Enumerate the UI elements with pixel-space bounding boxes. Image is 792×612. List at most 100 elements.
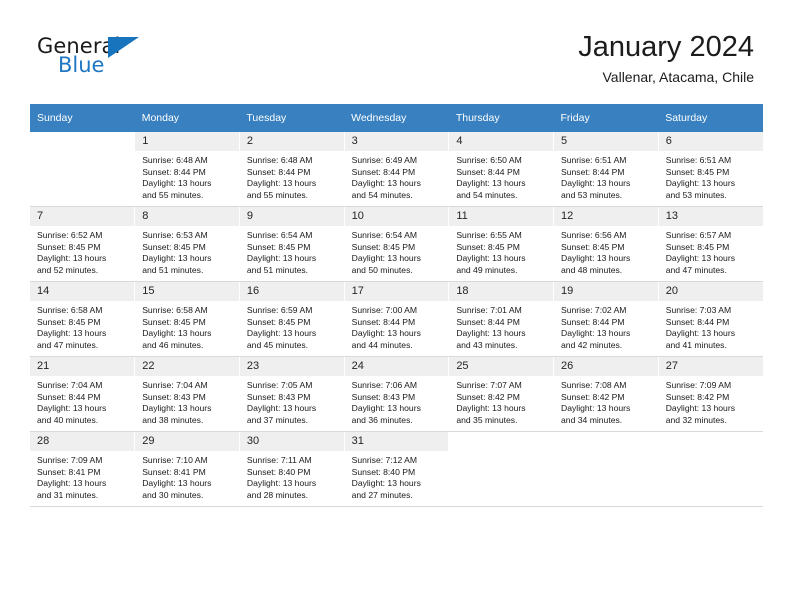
weekday-header-tuesday: Tuesday	[239, 104, 345, 132]
day-detail-line: Sunrise: 6:56 AM	[561, 230, 627, 240]
title-block: January 2024 Vallenar, Atacama, Chile	[578, 30, 754, 86]
day-detail-line: Daylight: 13 hours	[561, 178, 631, 189]
calendar-day-cell[interactable]: 15 Sunrise: 6:58 AM Sunset: 8:45 PM Dayligh…	[134, 281, 240, 357]
day-details: Sunrise: 6:53 AM Sunset: 8:45 PM Daylight:…	[135, 226, 239, 276]
calendar-day-cell[interactable]: 20 Sunrise: 7:03 AM Sunset: 8:44 PM Dayligh…	[658, 281, 763, 357]
day-details: Sunrise: 7:04 AM Sunset: 8:43 PM Daylight:…	[135, 376, 239, 426]
calendar-day-cell[interactable]: 6 Sunrise: 6:51 AM Sunset: 8:45 PM Daylight…	[658, 132, 763, 207]
calendar-day-cell[interactable]: 11 Sunrise: 6:55 AM Sunset: 8:45 PM Dayligh…	[448, 206, 555, 282]
day-details: Sunrise: 7:09 AM Sunset: 8:41 PM Daylight:…	[30, 451, 134, 501]
calendar-day-cell[interactable]: 8 Sunrise: 6:53 AM Sunset: 8:45 PM Daylight…	[134, 206, 240, 282]
day-detail-line: and 38 minutes.	[142, 414, 204, 425]
day-detail-line: and 34 minutes.	[561, 414, 623, 425]
day-number: 31	[344, 432, 449, 451]
brand-logo[interactable]: General Blue	[37, 36, 217, 86]
day-details: Sunrise: 6:57 AM Sunset: 8:45 PM Daylight:…	[659, 226, 763, 276]
day-number: 6	[658, 132, 763, 151]
day-detail-line: and 52 minutes.	[37, 264, 99, 275]
calendar-day-cell[interactable]: 1 Sunrise: 6:48 AM Sunset: 8:44 PM Daylight…	[134, 132, 240, 207]
day-details: Sunrise: 7:05 AM Sunset: 8:43 PM Daylight:…	[240, 376, 344, 426]
day-detail-line: and 46 minutes.	[142, 339, 204, 350]
day-detail-line: Sunset: 8:45 PM	[37, 316, 101, 327]
day-number: 23	[239, 357, 344, 376]
day-number: 4	[449, 132, 554, 151]
calendar-day-cell[interactable]: 28 Sunrise: 7:09 AM Sunset: 8:41 PM Dayligh…	[30, 431, 136, 507]
day-detail-line: Daylight: 13 hours	[456, 328, 526, 339]
day-cell-inner: 16 Sunrise: 6:59 AM Sunset: 8:45 PM Dayligh…	[239, 282, 344, 356]
day-details: Sunrise: 7:04 AM Sunset: 8:44 PM Daylight:…	[30, 376, 134, 426]
calendar-day-cell[interactable]: 16 Sunrise: 6:59 AM Sunset: 8:45 PM Dayligh…	[239, 281, 345, 357]
day-detail-line: Sunset: 8:40 PM	[351, 466, 416, 477]
day-detail-line: Sunset: 8:45 PM	[142, 241, 206, 252]
day-number: 8	[135, 207, 239, 226]
day-cell-inner	[554, 432, 658, 506]
calendar-day-cell[interactable]: 9 Sunrise: 6:54 AM Sunset: 8:45 PM Daylight…	[239, 206, 345, 282]
calendar-day-cell[interactable]: 27 Sunrise: 7:09 AM Sunset: 8:42 PM Dayligh…	[658, 356, 763, 432]
day-detail-line: Daylight: 13 hours	[351, 178, 421, 189]
calendar-day-cell[interactable]: 18 Sunrise: 7:01 AM Sunset: 8:44 PM Dayligh…	[448, 281, 555, 357]
day-details: Sunrise: 7:06 AM Sunset: 8:43 PM Daylight:…	[345, 376, 449, 426]
day-details: Sunrise: 6:56 AM Sunset: 8:45 PM Daylight:…	[554, 226, 658, 276]
calendar-day-cell[interactable]: 26 Sunrise: 7:08 AM Sunset: 8:42 PM Dayligh…	[553, 356, 659, 432]
calendar-day-cell[interactable]: 3 Sunrise: 6:49 AM Sunset: 8:44 PM Daylight…	[344, 132, 450, 207]
calendar-day-cell[interactable]: 22 Sunrise: 7:04 AM Sunset: 8:43 PM Dayligh…	[134, 356, 240, 432]
day-detail-line: and 55 minutes.	[142, 189, 204, 200]
day-cell-inner: 2 Sunrise: 6:48 AM Sunset: 8:44 PM Daylight…	[239, 132, 344, 206]
day-detail-line: Daylight: 13 hours	[37, 403, 107, 414]
calendar-day-cell[interactable]: 19 Sunrise: 7:02 AM Sunset: 8:44 PM Dayligh…	[553, 281, 659, 357]
day-detail-line: Daylight: 13 hours	[37, 328, 107, 339]
day-detail-line: Sunrise: 6:52 AM	[37, 230, 103, 240]
day-detail-line: and 54 minutes.	[351, 189, 413, 200]
day-detail-line: Sunrise: 7:09 AM	[37, 455, 103, 465]
day-detail-line: Daylight: 13 hours	[246, 178, 317, 189]
day-detail-line: Sunset: 8:44 PM	[37, 391, 101, 402]
calendar-day-cell[interactable]: 2 Sunrise: 6:48 AM Sunset: 8:44 PM Daylight…	[239, 132, 345, 207]
day-detail-line: and 37 minutes.	[246, 414, 309, 425]
day-cell-inner: 26 Sunrise: 7:08 AM Sunset: 8:42 PM Dayligh…	[554, 357, 658, 431]
calendar-day-cell[interactable]: 25 Sunrise: 7:07 AM Sunset: 8:42 PM Dayligh…	[448, 356, 555, 432]
day-detail-line: Sunrise: 6:48 AM	[142, 155, 208, 165]
triangle-logo-icon	[108, 37, 139, 58]
day-detail-line: Sunrise: 7:03 AM	[665, 305, 732, 315]
calendar-day-cell[interactable]: 4 Sunrise: 6:50 AM Sunset: 8:44 PM Daylight…	[448, 132, 555, 207]
day-detail-line: Sunrise: 6:51 AM	[665, 155, 732, 165]
day-details: Sunrise: 6:49 AM Sunset: 8:44 PM Daylight:…	[345, 151, 449, 201]
day-cell-inner: 10 Sunrise: 6:54 AM Sunset: 8:45 PM Dayligh…	[344, 207, 449, 281]
calendar-day-cell[interactable]: 13 Sunrise: 6:57 AM Sunset: 8:45 PM Dayligh…	[658, 206, 763, 282]
day-number: 16	[239, 282, 344, 301]
day-details: Sunrise: 6:54 AM Sunset: 8:45 PM Daylight:…	[345, 226, 449, 276]
calendar-day-cell[interactable]: 17 Sunrise: 7:00 AM Sunset: 8:44 PM Dayligh…	[344, 281, 450, 357]
day-detail-line: and 51 minutes.	[246, 264, 309, 275]
weekday-header-row: Sunday Monday Tuesday Wednesday Thursday…	[30, 104, 763, 132]
calendar-day-cell[interactable]: 14 Sunrise: 6:58 AM Sunset: 8:45 PM Dayligh…	[30, 281, 136, 357]
calendar-empty-cell	[553, 431, 659, 507]
day-number: 17	[344, 282, 449, 301]
day-detail-line: and 55 minutes.	[246, 189, 309, 200]
day-details: Sunrise: 6:54 AM Sunset: 8:45 PM Daylight:…	[240, 226, 344, 276]
day-detail-line: Daylight: 13 hours	[665, 328, 735, 339]
day-cell-inner: 31 Sunrise: 7:12 AM Sunset: 8:40 PM Dayligh…	[344, 432, 449, 506]
day-cell-inner: 25 Sunrise: 7:07 AM Sunset: 8:42 PM Dayligh…	[449, 357, 554, 431]
calendar-day-cell[interactable]: 23 Sunrise: 7:05 AM Sunset: 8:43 PM Dayligh…	[239, 356, 345, 432]
day-detail-line: Sunset: 8:42 PM	[665, 391, 730, 402]
day-number: 14	[30, 282, 135, 301]
day-detail-line: Daylight: 13 hours	[142, 178, 212, 189]
calendar-day-cell[interactable]: 24 Sunrise: 7:06 AM Sunset: 8:43 PM Dayligh…	[344, 356, 450, 432]
day-cell-inner: 30 Sunrise: 7:11 AM Sunset: 8:40 PM Dayligh…	[239, 432, 344, 506]
calendar-day-cell[interactable]: 5 Sunrise: 6:51 AM Sunset: 8:44 PM Daylight…	[553, 132, 659, 207]
day-details: Sunrise: 7:12 AM Sunset: 8:40 PM Daylight:…	[345, 451, 449, 501]
day-details: Sunrise: 7:11 AM Sunset: 8:40 PM Daylight:…	[240, 451, 344, 501]
calendar-day-cell[interactable]: 31 Sunrise: 7:12 AM Sunset: 8:40 PM Dayligh…	[344, 431, 450, 507]
calendar-day-cell[interactable]: 29 Sunrise: 7:10 AM Sunset: 8:41 PM Dayligh…	[134, 431, 240, 507]
calendar-day-cell[interactable]: 7 Sunrise: 6:52 AM Sunset: 8:45 PM Daylight…	[30, 206, 136, 282]
day-detail-line: and 54 minutes.	[456, 189, 518, 200]
day-detail-line: Sunrise: 6:54 AM	[351, 230, 418, 240]
calendar-day-cell[interactable]: 30 Sunrise: 7:11 AM Sunset: 8:40 PM Dayligh…	[239, 431, 345, 507]
calendar-day-cell[interactable]: 10 Sunrise: 6:54 AM Sunset: 8:45 PM Dayligh…	[344, 206, 450, 282]
page-header: General Blue January 2024 Vallenar, Atac…	[0, 0, 792, 100]
day-cell-inner: 23 Sunrise: 7:05 AM Sunset: 8:43 PM Dayligh…	[239, 357, 344, 431]
calendar-day-cell[interactable]: 21 Sunrise: 7:04 AM Sunset: 8:44 PM Dayligh…	[30, 356, 136, 432]
calendar-day-cell[interactable]: 12 Sunrise: 6:56 AM Sunset: 8:45 PM Dayligh…	[553, 206, 659, 282]
calendar-week-row: 1 Sunrise: 6:48 AM Sunset: 8:44 PM Daylight…	[30, 132, 763, 207]
day-number: 5	[554, 132, 658, 151]
